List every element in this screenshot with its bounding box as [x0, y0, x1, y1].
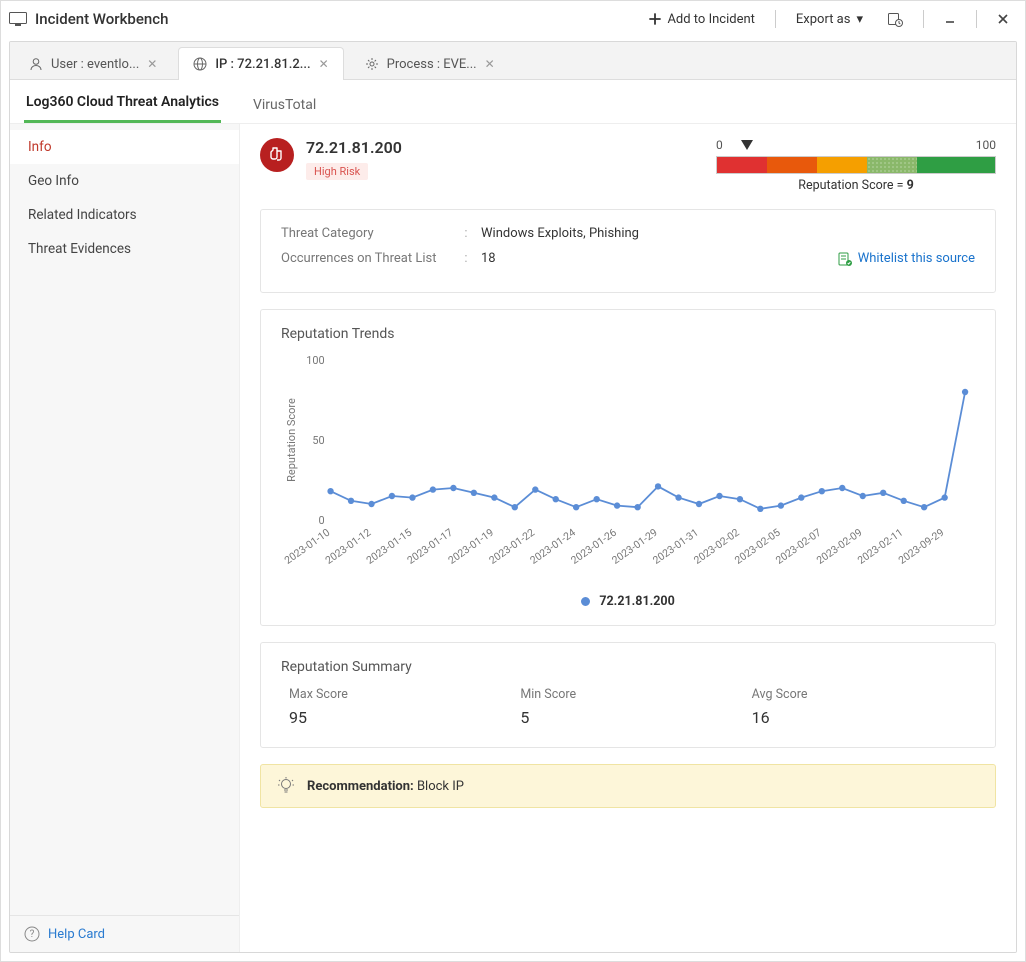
- reputation-summary-card: Reputation Summary Max Score 95 Min Scor…: [260, 642, 996, 748]
- export-as-label: Export as: [796, 12, 851, 27]
- threat-category-value: Windows Exploits, Phishing: [481, 226, 639, 241]
- context-tabs: User : eventlo...✕IP : 72.21.81.2...✕Pro…: [10, 42, 1016, 80]
- user-icon: [29, 57, 43, 71]
- svg-text:2023-02-11: 2023-02-11: [855, 526, 905, 567]
- high-risk-icon: [260, 138, 294, 172]
- ip-address: 72.21.81.200: [306, 138, 402, 157]
- min-score-value: 5: [520, 708, 735, 727]
- scale-bar: [716, 156, 996, 174]
- close-icon[interactable]: ✕: [485, 57, 495, 71]
- avg-score-cell: Avg Score 16: [744, 683, 975, 731]
- reputation-trends-chart: Reputation Score0501002023-01-102023-01-…: [281, 350, 975, 590]
- chart-legend: 72.21.81.200: [281, 594, 975, 609]
- help-card-link[interactable]: ? Help Card: [10, 915, 239, 952]
- legend-series-name: 72.21.81.200: [599, 594, 674, 609]
- main-content: 72.21.81.200 High Risk 0 100 Reputation …: [240, 124, 1016, 952]
- minimize-button[interactable]: [936, 9, 964, 29]
- svg-text:0: 0: [318, 514, 324, 527]
- analytics-tab[interactable]: VirusTotal: [251, 87, 318, 123]
- chart-title: Reputation Trends: [281, 326, 975, 342]
- reputation-score-text: Reputation Score = 9: [716, 178, 996, 193]
- plus-icon: [649, 13, 661, 25]
- context-tab-label: Process : EVE...: [387, 57, 477, 72]
- surface: User : eventlo...✕IP : 72.21.81.2...✕Pro…: [9, 41, 1017, 953]
- scale-marker-icon: [741, 140, 753, 150]
- recommendation-text: Recommendation: Block IP: [307, 779, 464, 794]
- svg-text:?: ?: [30, 929, 35, 940]
- svg-text:2023-01-31: 2023-01-31: [650, 526, 700, 567]
- help-icon: ?: [24, 926, 40, 942]
- scale-labels: 0 100: [716, 138, 996, 152]
- close-icon[interactable]: ✕: [147, 57, 157, 71]
- avg-score-value: 16: [752, 708, 967, 727]
- max-score-cell: Max Score 95: [281, 683, 512, 731]
- window-title: Incident Workbench: [35, 10, 168, 28]
- globe-icon: [193, 57, 207, 71]
- schedule-icon-button[interactable]: [879, 7, 911, 31]
- caret-down-icon: ▾: [856, 12, 863, 27]
- whitelist-icon: [838, 252, 852, 266]
- ip-header-left: 72.21.81.200 High Risk: [260, 138, 402, 180]
- reputation-scale: 0 100 Reputation Score = 9: [716, 138, 996, 193]
- context-tab[interactable]: IP : 72.21.81.2... ✕: [178, 47, 343, 80]
- scale-min: 0: [716, 138, 723, 152]
- svg-text:50: 50: [312, 434, 324, 447]
- separator: [775, 10, 776, 28]
- help-card-label: Help Card: [48, 927, 105, 942]
- summary-title: Reputation Summary: [281, 659, 975, 675]
- threat-details-card: Threat Category : Windows Exploits, Phis…: [260, 209, 996, 293]
- min-score-cell: Min Score 5: [512, 683, 743, 731]
- separator: [976, 10, 977, 28]
- svg-text:Reputation Score: Reputation Score: [285, 398, 298, 482]
- context-tab[interactable]: Process : EVE... ✕: [350, 47, 510, 80]
- whitelist-label: Whitelist this source: [858, 251, 975, 266]
- lightbulb-icon: [277, 777, 295, 795]
- occurrences-label: Occurrences on Threat List: [281, 251, 451, 266]
- titlebar: Incident Workbench Add to Incident Expor…: [1, 1, 1025, 37]
- occurrences-value: 18: [481, 251, 496, 266]
- max-score-label: Max Score: [289, 687, 504, 702]
- analytics-tab[interactable]: Log360 Cloud Threat Analytics: [24, 84, 221, 123]
- close-button[interactable]: [989, 9, 1017, 29]
- svg-text:100: 100: [306, 354, 324, 367]
- ip-header: 72.21.81.200 High Risk 0 100 Reputation …: [260, 138, 996, 193]
- process-icon: [365, 57, 379, 71]
- sidebar-item[interactable]: Threat Evidences: [10, 232, 239, 266]
- sidebar-items: InfoGeo InfoRelated IndicatorsThreat Evi…: [10, 124, 239, 915]
- sidebar: InfoGeo InfoRelated IndicatorsThreat Evi…: [10, 124, 240, 952]
- incident-workbench-window: Incident Workbench Add to Incident Expor…: [0, 0, 1026, 962]
- separator: [923, 10, 924, 28]
- risk-chip: High Risk: [306, 163, 368, 180]
- avg-score-label: Avg Score: [752, 687, 967, 702]
- close-icon[interactable]: ✕: [319, 57, 329, 71]
- legend-marker-icon: [581, 597, 590, 606]
- add-to-incident-label: Add to Incident: [667, 12, 754, 27]
- context-tab[interactable]: User : eventlo... ✕: [14, 47, 172, 80]
- workbench-icon: [9, 12, 27, 26]
- add-to-incident-button[interactable]: Add to Incident: [641, 8, 762, 31]
- sidebar-item[interactable]: Geo Info: [10, 164, 239, 198]
- body: InfoGeo InfoRelated IndicatorsThreat Evi…: [10, 124, 1016, 952]
- scale-max: 100: [976, 138, 996, 152]
- whitelist-source-link[interactable]: Whitelist this source: [838, 251, 975, 266]
- sidebar-item[interactable]: Related Indicators: [10, 198, 239, 232]
- context-tab-label: IP : 72.21.81.2...: [215, 57, 310, 72]
- svg-text:2023-09-29: 2023-09-29: [896, 526, 947, 567]
- context-tab-label: User : eventlo...: [51, 57, 139, 72]
- export-as-button[interactable]: Export as ▾: [788, 8, 871, 31]
- reputation-trends-card: Reputation Trends Reputation Score 0 50 100…: [260, 309, 996, 626]
- max-score-value: 95: [289, 708, 504, 727]
- min-score-label: Min Score: [520, 687, 735, 702]
- recommendation-banner: Recommendation: Block IP: [260, 764, 996, 808]
- sidebar-item[interactable]: Info: [10, 130, 239, 164]
- analytics-tabs: Log360 Cloud Threat Analytics VirusTotal: [10, 80, 1016, 124]
- threat-category-label: Threat Category: [281, 226, 451, 241]
